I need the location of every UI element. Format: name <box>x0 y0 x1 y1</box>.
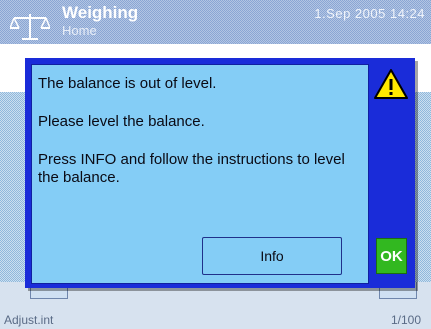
info-button[interactable]: Info <box>202 237 342 275</box>
message-out-of-level: The balance is out of level. <box>38 75 217 92</box>
dialog-message-panel: The balance is out of level. Please leve… <box>31 64 369 284</box>
message-level-balance: Please level the balance. <box>38 113 205 130</box>
app-header: Weighing Home 1.Sep 2005 14:24 <box>0 0 431 44</box>
ok-button[interactable]: OK <box>376 238 407 274</box>
balance-scale-icon <box>10 14 50 40</box>
datetime-display: 1.Sep 2005 14:24 <box>314 6 425 21</box>
warning-icon <box>374 69 408 99</box>
page-indicator-label[interactable]: 1/100 <box>391 313 421 327</box>
message-press-info: Press INFO and follow the instructions t… <box>38 151 345 186</box>
app-title: Weighing <box>62 3 139 22</box>
app-subtitle: Home <box>62 23 97 38</box>
adjust-int-label[interactable]: Adjust.int <box>4 313 53 327</box>
level-warning-dialog: The balance is out of level. Please leve… <box>25 58 415 288</box>
